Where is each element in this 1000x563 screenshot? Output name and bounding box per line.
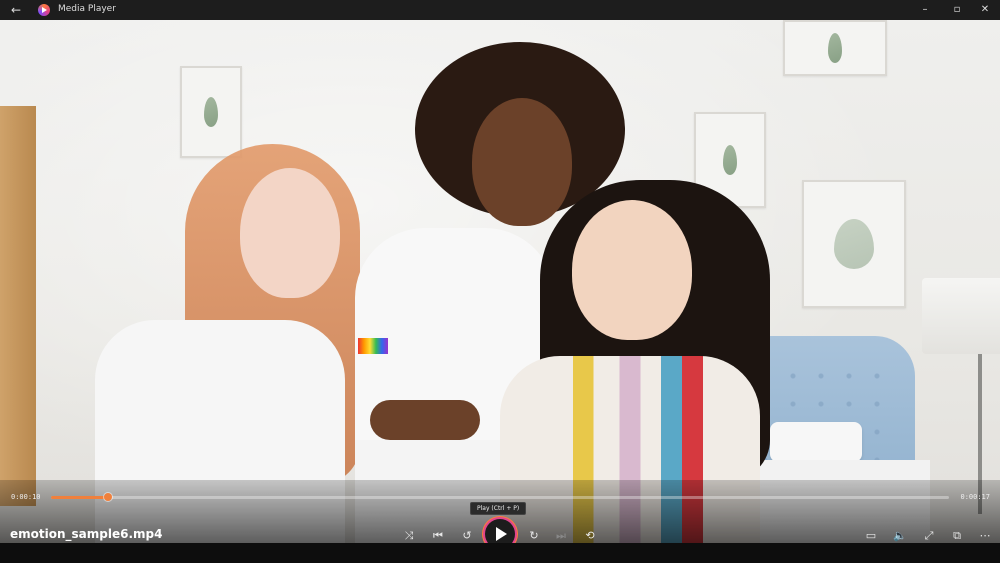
pillow <box>770 422 862 462</box>
minimize-button[interactable]: – <box>908 0 942 20</box>
window-title: Media Player <box>58 4 116 14</box>
wall-art-frame <box>783 20 887 76</box>
wooden-door <box>0 106 36 506</box>
wall-art-frame <box>180 66 242 158</box>
current-time: 0:00:10 <box>11 493 41 501</box>
title-bar: ← Media Player – ▫ ✕ <box>0 0 1000 20</box>
seek-bar[interactable] <box>51 493 949 501</box>
window-bottom-edge <box>0 543 1000 563</box>
file-name: emotion_sample6.mp4 <box>10 527 163 541</box>
video-frame[interactable] <box>0 20 1000 543</box>
floor-lamp <box>922 278 1000 354</box>
wall-art-frame <box>802 180 906 308</box>
close-button[interactable]: ✕ <box>968 0 1000 20</box>
play-tooltip: Play (Ctrl + P) <box>470 502 527 515</box>
media-player-app-icon <box>38 4 50 16</box>
total-time: 0:00:17 <box>960 493 990 501</box>
seek-progress <box>51 496 109 499</box>
back-arrow-icon[interactable]: ← <box>8 2 24 18</box>
